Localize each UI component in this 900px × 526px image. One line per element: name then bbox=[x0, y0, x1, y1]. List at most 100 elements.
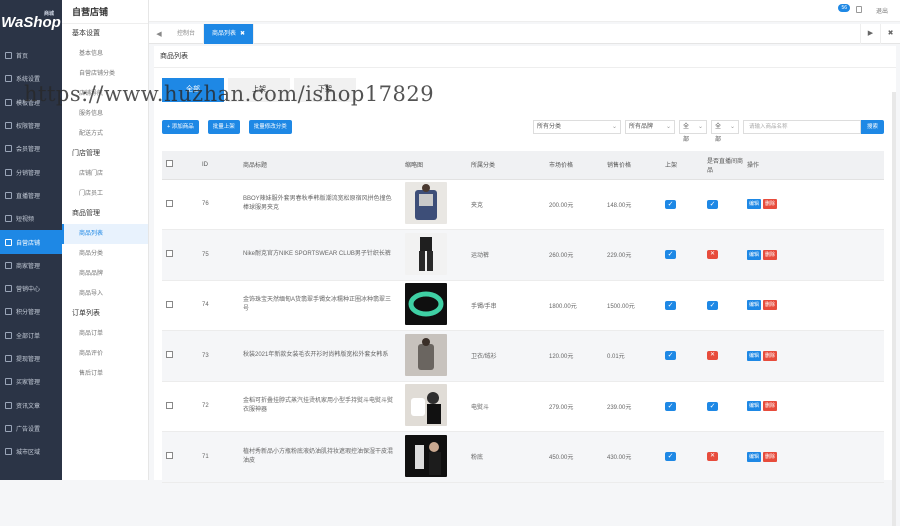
cross-toggle-icon[interactable]: ✕ bbox=[707, 250, 718, 260]
nav-item[interactable]: 积分管理 bbox=[0, 300, 62, 323]
delete-button[interactable]: 删除 bbox=[763, 300, 778, 311]
sub-menu-item[interactable]: 商品分类 bbox=[62, 244, 148, 264]
delete-button[interactable]: 删除 bbox=[763, 451, 778, 462]
check-toggle-icon[interactable]: ✓ bbox=[665, 250, 676, 260]
edit-button[interactable]: 编辑 bbox=[747, 249, 762, 260]
sub-menu-item[interactable]: 商品评价 bbox=[62, 344, 148, 364]
cross-toggle-icon[interactable]: ✕ bbox=[707, 351, 718, 361]
nav-item[interactable]: 商家管理 bbox=[0, 254, 62, 277]
sub-menu-item[interactable]: 配送方式 bbox=[62, 124, 148, 144]
tab-prev-icon[interactable]: ◀ bbox=[149, 30, 169, 38]
delete-button[interactable]: 删除 bbox=[763, 350, 778, 361]
check-toggle-icon[interactable]: ✓ bbox=[665, 351, 676, 361]
cell-category: 手镯/手串 bbox=[467, 280, 545, 331]
row-checkbox[interactable] bbox=[166, 250, 173, 258]
row-checkbox[interactable] bbox=[166, 300, 173, 308]
goods-title[interactable]: 金饰珠宝天然缅甸A货翡翠手镯女冰糯种正圈冰种翡翠三号 bbox=[243, 296, 401, 314]
sub-menu-item[interactable]: 商品订单 bbox=[62, 324, 148, 344]
tab-close-all-icon[interactable]: ✖ bbox=[880, 24, 900, 44]
goods-title[interactable]: 植村秀新品小方瓶粉底液奶油肌持妆遮瑕控油保湿干皮混油皮 bbox=[243, 448, 401, 466]
category-select[interactable]: 所有分类 ⌄ bbox=[532, 120, 621, 134]
sub-menu-item[interactable]: 商品导入 bbox=[62, 284, 148, 304]
sub-menu-item[interactable]: 商品列表 bbox=[62, 224, 148, 244]
scrollbar[interactable] bbox=[892, 92, 896, 526]
goods-title[interactable]: 金稻可折叠挂脖式蒸汽挂烫机家用小型手持熨斗电熨斗熨衣服神器 bbox=[243, 397, 401, 415]
sub-menu-item[interactable]: 自营店铺分类 bbox=[62, 64, 148, 84]
menu-icon bbox=[5, 238, 12, 246]
sub-menu-item[interactable]: 售后订单 bbox=[62, 364, 148, 384]
brand-select[interactable]: 所有品牌 ⌄ bbox=[624, 120, 675, 134]
nav-item[interactable]: 资讯文章 bbox=[0, 393, 62, 416]
tab-goods-list[interactable]: 商品列表 ✖ bbox=[204, 23, 255, 44]
search-input[interactable]: 请输入商品名称 bbox=[742, 120, 861, 134]
cell-sale-price: 239.00元 bbox=[603, 381, 661, 432]
delete-button[interactable]: 删除 bbox=[763, 249, 778, 260]
edit-button[interactable]: 编辑 bbox=[747, 199, 762, 210]
tab-next-icon[interactable]: ▶ bbox=[860, 24, 880, 44]
cell-thumb bbox=[401, 381, 467, 432]
batch-category-button[interactable]: 批量修改分类 bbox=[248, 120, 292, 134]
cell-actions: 编辑 删除 bbox=[743, 179, 884, 230]
cell-select bbox=[162, 330, 198, 382]
nav-item[interactable]: 营销中心 bbox=[0, 277, 62, 300]
sub-menu-item[interactable]: 商品品牌 bbox=[62, 264, 148, 284]
cell-sale-price: 229.00元 bbox=[603, 229, 661, 281]
nav-item[interactable]: 分销管理 bbox=[0, 160, 62, 183]
lock-icon[interactable] bbox=[856, 6, 862, 13]
cross-toggle-icon[interactable]: ✕ bbox=[707, 452, 718, 462]
tab-close-icon[interactable]: ✖ bbox=[240, 31, 245, 37]
add-goods-button[interactable]: + 添加商品 bbox=[162, 120, 199, 134]
menu-icon bbox=[5, 75, 12, 83]
nav-item-label: 自营店铺 bbox=[16, 240, 41, 247]
sub-menu-item[interactable]: 门店员工 bbox=[62, 184, 148, 204]
sub-menu-item[interactable]: 店铺门店 bbox=[62, 164, 148, 184]
status-select-1[interactable]: 全部 ⌄ bbox=[678, 120, 707, 143]
delete-button[interactable]: 删除 bbox=[763, 401, 778, 412]
nav-item[interactable]: 首页 bbox=[0, 44, 62, 67]
menu-icon bbox=[5, 285, 12, 293]
nav-item[interactable]: 直播管理 bbox=[0, 184, 62, 207]
check-toggle-icon[interactable]: ✓ bbox=[665, 401, 676, 411]
check-toggle-icon[interactable]: ✓ bbox=[707, 401, 718, 411]
delete-button[interactable]: 删除 bbox=[763, 199, 778, 210]
nav-item[interactable]: 提现管理 bbox=[0, 347, 62, 370]
check-toggle-icon[interactable]: ✓ bbox=[665, 300, 676, 310]
check-toggle-icon[interactable]: ✓ bbox=[665, 452, 676, 462]
sub-menu-item[interactable]: 服务信息 bbox=[62, 104, 148, 124]
check-toggle-icon[interactable]: ✓ bbox=[707, 300, 718, 310]
row-checkbox[interactable] bbox=[166, 401, 173, 409]
nav-item[interactable]: 买家管理 bbox=[0, 370, 62, 393]
nav-item[interactable]: 会员管理 bbox=[0, 137, 62, 160]
select-all-checkbox[interactable] bbox=[166, 160, 173, 168]
exit-button[interactable]: 退出 bbox=[876, 6, 888, 15]
table-row: 72 金稻可折叠挂脖式蒸汽挂烫机家用小型手持熨斗电熨斗熨衣服神器 电熨斗 279.00… bbox=[162, 381, 884, 432]
cell-id: 72 bbox=[198, 381, 239, 432]
tab-home[interactable]: 控制台 bbox=[169, 23, 205, 44]
row-checkbox[interactable] bbox=[166, 199, 173, 207]
goods-title[interactable]: BBOY辣妹服外套男春秋季韩版潮流宽松原宿风拼色撞色棒球服男夹克 bbox=[243, 195, 401, 213]
goods-title[interactable]: 秋装2021年新款女装毛衣开衫时尚韩版宽松外套女韩系 bbox=[243, 351, 401, 360]
cell-market-price: 1800.00元 bbox=[545, 280, 603, 331]
edit-button[interactable]: 编辑 bbox=[747, 401, 762, 412]
table-row: 74 金饰珠宝天然缅甸A货翡翠手镯女冰糯种正圈冰种翡翠三号 手镯/手串 1800.00… bbox=[162, 280, 884, 331]
nav-item[interactable]: 权限管理 bbox=[0, 114, 62, 137]
edit-button[interactable]: 编辑 bbox=[747, 350, 762, 361]
nav-item[interactable]: 城市区域 bbox=[0, 440, 62, 463]
row-checkbox[interactable] bbox=[166, 351, 173, 359]
nav-item[interactable]: 广告设置 bbox=[0, 417, 62, 440]
edit-button[interactable]: 编辑 bbox=[747, 300, 762, 311]
main-content: 商品列表 全部 上架 下架 https://www.huzhan.com/ish… bbox=[24, 46, 896, 526]
check-toggle-icon[interactable]: ✓ bbox=[665, 199, 676, 209]
nav-item[interactable]: 自营店铺 bbox=[0, 230, 62, 254]
goods-title[interactable]: Nike耐克官方NIKE SPORTSWEAR CLUB男子针织长裤 bbox=[243, 250, 401, 259]
nav-item[interactable]: 短视频 bbox=[0, 207, 62, 230]
search-button[interactable]: 搜索 bbox=[860, 120, 884, 134]
check-toggle-icon[interactable]: ✓ bbox=[707, 199, 718, 209]
notification-badge[interactable]: 56 bbox=[838, 4, 850, 12]
batch-onsale-button[interactable]: 批量上架 bbox=[207, 120, 240, 134]
row-checkbox[interactable] bbox=[166, 452, 173, 460]
edit-button[interactable]: 编辑 bbox=[747, 451, 762, 462]
status-select-2[interactable]: 全部 ⌄ bbox=[710, 120, 739, 143]
nav-item[interactable]: 全部订单 bbox=[0, 324, 62, 347]
sub-menu-item[interactable]: 基本信息 bbox=[62, 44, 148, 64]
